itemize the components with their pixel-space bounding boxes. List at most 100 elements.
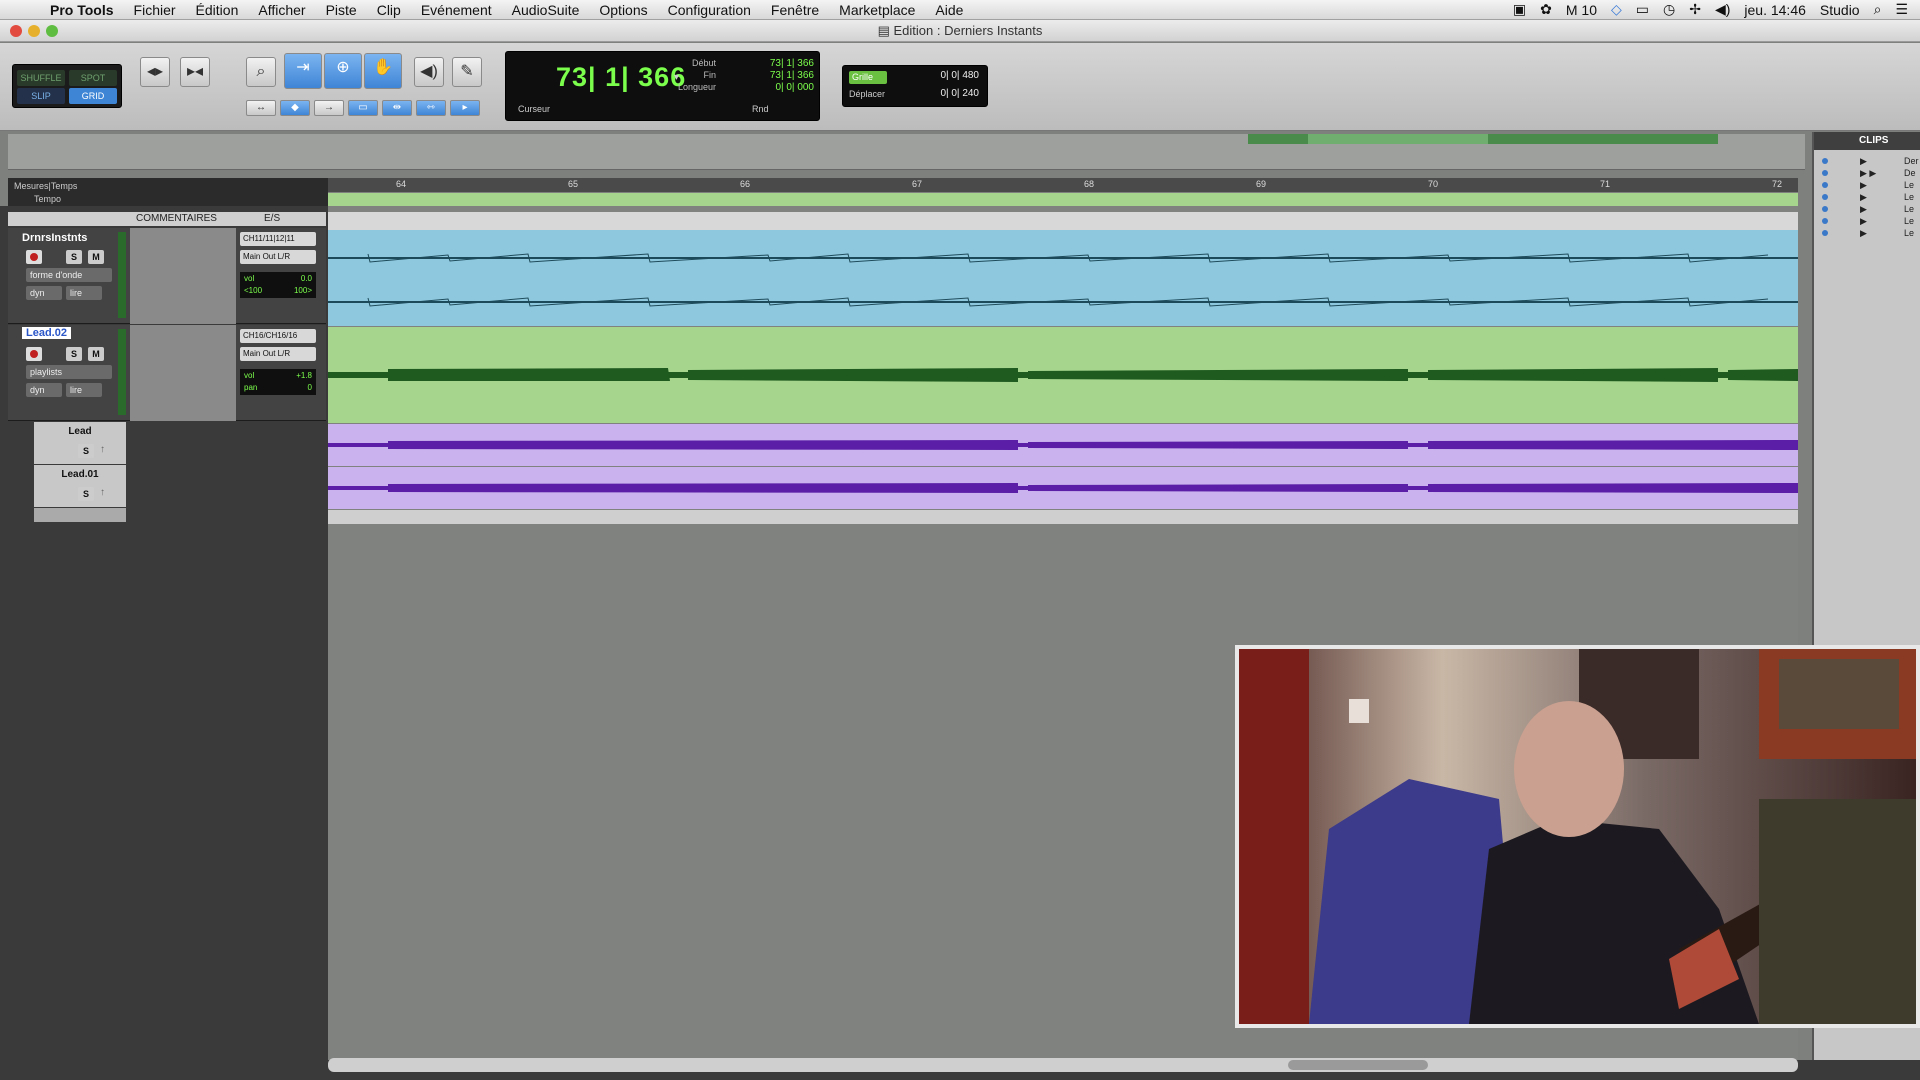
input-selector[interactable]: CH16/CH16/16 xyxy=(240,329,316,343)
horizontal-scrollbar[interactable] xyxy=(328,1058,1798,1072)
time-machine-icon[interactable]: ◷ xyxy=(1663,1,1675,18)
slip-mode-button[interactable]: SLIP xyxy=(17,88,65,104)
volume-icon[interactable]: ◀) xyxy=(1715,1,1730,18)
main-counter[interactable]: 73| 1| 366 ▾ Début 73| 1| 366 Fin 73| 1|… xyxy=(505,51,820,121)
output-selector[interactable]: Main Out L/R xyxy=(240,347,316,361)
automation-mode-selector[interactable]: lire xyxy=(66,286,102,300)
grid-mode-button[interactable]: GRID xyxy=(69,88,117,104)
shuffle-mode-button[interactable]: SHUFFLE xyxy=(17,70,65,86)
dyn-selector[interactable]: dyn xyxy=(26,383,62,397)
rnd-label[interactable]: Rnd xyxy=(752,104,769,114)
menu-fenetre[interactable]: Fenêtre xyxy=(761,2,829,18)
scrollbar-thumb[interactable] xyxy=(1288,1060,1428,1070)
clip-list-item[interactable]: ▶ Le xyxy=(1814,216,1920,227)
dyn-selector[interactable]: dyn xyxy=(26,286,62,300)
clips-header[interactable]: CLIPS xyxy=(1814,132,1920,150)
start-value[interactable]: 73| 1| 366 xyxy=(754,58,814,69)
zoom-icon[interactable] xyxy=(46,25,58,37)
record-enable-button[interactable] xyxy=(26,250,42,264)
comments-field[interactable] xyxy=(130,228,236,324)
menu-aide[interactable]: Aide xyxy=(925,2,973,18)
link-track-icon[interactable]: ▭ xyxy=(348,100,378,116)
overview-visible-range[interactable] xyxy=(1308,134,1488,144)
track-drnrsinstnts[interactable]: DrnrsInstnts S M forme d'onde dyn lire C… xyxy=(8,228,326,324)
menu-app[interactable]: Pro Tools xyxy=(40,2,124,18)
bluetooth-icon[interactable]: ✢ xyxy=(1689,1,1701,18)
menu-clip[interactable]: Clip xyxy=(367,2,411,18)
io-column-header[interactable]: E/S xyxy=(264,213,280,224)
grabber-tool-icon[interactable]: ✋ xyxy=(364,53,402,89)
clip-list-item[interactable]: ▶ Le xyxy=(1814,192,1920,203)
menu-options[interactable]: Options xyxy=(589,2,657,18)
mute-button[interactable]: M xyxy=(88,250,104,264)
camera-icon[interactable]: ▣ xyxy=(1513,1,1526,18)
volume-pan-display[interactable]: vol 0.0 <100 100> xyxy=(240,272,316,298)
nudge-value[interactable]: 0| 0| 240 xyxy=(940,88,979,99)
menu-audiosuite[interactable]: AudioSuite xyxy=(502,2,590,18)
mirror-midi-icon[interactable]: ⇹ xyxy=(382,100,412,116)
clip-lane-lead-01[interactable] xyxy=(328,467,1798,509)
menu-evenement[interactable]: Evénement xyxy=(411,2,502,18)
grid-value[interactable]: 0| 0| 480 xyxy=(940,70,979,81)
pan-left-value[interactable]: <100 xyxy=(244,286,262,295)
menu-edition[interactable]: Édition xyxy=(186,2,249,18)
pencil-tool-icon[interactable]: ✎ xyxy=(452,57,482,87)
status-icon[interactable]: M 10 xyxy=(1566,2,1597,18)
output-selector[interactable]: Main Out L/R xyxy=(240,250,316,264)
pan-value[interactable]: 0 xyxy=(308,383,312,392)
comments-field[interactable] xyxy=(130,325,236,421)
volume-value[interactable]: 0.0 xyxy=(301,274,312,283)
timeline-overview[interactable] xyxy=(8,134,1805,170)
bars-ruler[interactable]: 64 65 66 67 68 69 70 71 72 xyxy=(328,178,1798,192)
automation-follows-icon[interactable]: ⇿ xyxy=(416,100,446,116)
zoom-out-icon[interactable]: ◂▸ xyxy=(140,57,170,87)
pan-right-value[interactable]: 100> xyxy=(294,286,312,295)
automation-mode-selector[interactable]: lire xyxy=(66,383,102,397)
minimize-icon[interactable] xyxy=(28,25,40,37)
close-icon[interactable] xyxy=(10,25,22,37)
end-value[interactable]: 73| 1| 366 xyxy=(754,70,814,81)
spotlight-icon[interactable]: ⌕ xyxy=(1874,1,1882,18)
menu-afficher[interactable]: Afficher xyxy=(248,2,315,18)
menu-piste[interactable]: Piste xyxy=(316,2,367,18)
menu-configuration[interactable]: Configuration xyxy=(658,2,761,18)
keyboard-focus-icon[interactable]: ▸ xyxy=(450,100,480,116)
clip-list-item[interactable]: ▶ Der xyxy=(1814,156,1920,167)
lane-promote-icon[interactable]: ↑ xyxy=(100,444,105,455)
notification-icon[interactable]: ☰ xyxy=(1895,1,1908,18)
lane-promote-icon[interactable]: ↑ xyxy=(100,487,105,498)
clip-list-item[interactable]: ▶ ▶ De xyxy=(1814,168,1920,179)
solo-button[interactable]: S xyxy=(66,250,82,264)
zoomer-tool-icon[interactable]: ⌕ xyxy=(246,57,276,87)
clip-list-item[interactable]: ▶ Le xyxy=(1814,180,1920,191)
mute-button[interactable]: M xyxy=(88,347,104,361)
insertion-follows-icon[interactable]: → xyxy=(314,100,344,116)
clip-list-item[interactable]: ▶ Le xyxy=(1814,204,1920,215)
display-icon[interactable]: ▭ xyxy=(1636,1,1649,18)
lane-solo-button[interactable]: S xyxy=(78,444,94,458)
scrubber-tool-icon[interactable]: ◀) xyxy=(414,57,444,87)
track-view-selector[interactable]: forme d'onde xyxy=(26,268,112,282)
input-selector[interactable]: CH11/11|12|11 xyxy=(240,232,316,246)
menu-marketplace[interactable]: Marketplace xyxy=(829,2,925,18)
sync-icon[interactable]: ✿ xyxy=(1540,1,1552,18)
record-enable-button[interactable] xyxy=(26,347,42,361)
track-lead-02[interactable]: Lead.02 S M playlists dyn lire CH16/CH16… xyxy=(8,325,326,421)
grid-label[interactable]: Grille xyxy=(849,71,887,84)
spot-mode-button[interactable]: SPOT xyxy=(69,70,117,86)
clip-lead-02[interactable] xyxy=(328,327,1798,423)
clip-lane-lead[interactable] xyxy=(328,424,1798,466)
zoom-in-icon[interactable]: ▸◂ xyxy=(180,57,210,87)
selector-tool-icon[interactable]: ⊕ xyxy=(324,53,362,89)
track-name[interactable]: Lead.02 xyxy=(22,327,71,339)
menu-fichier[interactable]: Fichier xyxy=(124,2,186,18)
link-timeline-icon[interactable]: ◆ xyxy=(280,100,310,116)
network-icon[interactable]: ◇ xyxy=(1611,1,1622,18)
track-name[interactable]: DrnrsInstnts xyxy=(22,232,87,244)
tempo-ruler[interactable] xyxy=(328,193,1798,206)
playlist-lane-lead[interactable]: Lead S ↑ xyxy=(34,422,126,464)
clock[interactable]: jeu. 14:46 xyxy=(1744,2,1806,18)
clip-drnrsinstnts[interactable] xyxy=(328,230,1798,326)
trim-tool-icon[interactable]: ⇥ xyxy=(284,53,322,89)
clip-list-item[interactable]: ▶ Le xyxy=(1814,228,1920,239)
